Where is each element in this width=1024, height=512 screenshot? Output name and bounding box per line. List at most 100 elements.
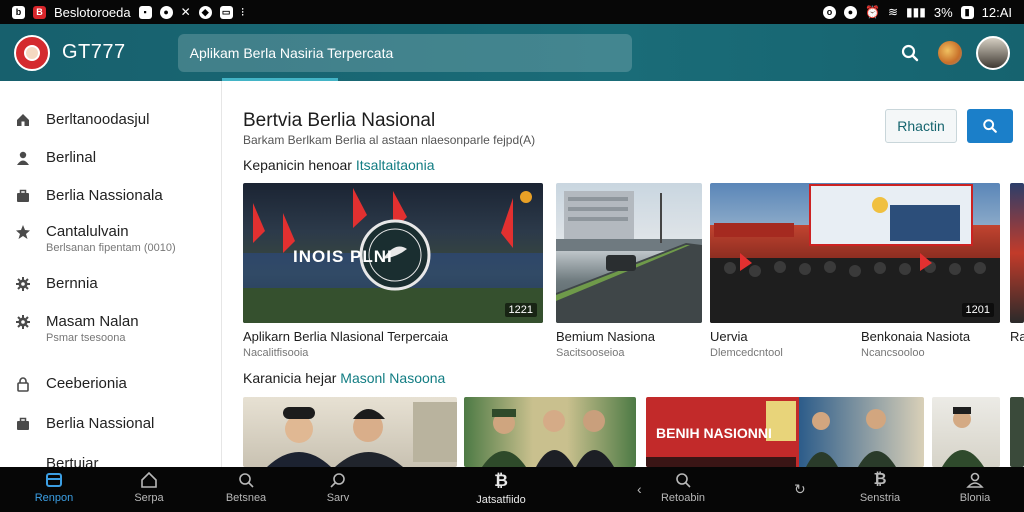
dollar-icon: ₿ <box>494 471 508 490</box>
sidebar-item-label: Berlia Nassionala <box>46 187 163 204</box>
news-card[interactable]: Bemium Nasiona Sacitsooseioa <box>556 183 702 363</box>
search-icon <box>676 473 691 488</box>
news-thumbnail <box>932 397 1000 467</box>
nav-item-jatsatfiido[interactable]: ₿ Jatsatfiido <box>461 471 541 506</box>
action-button[interactable]: Rhactin <box>885 109 957 143</box>
more-icon: ⁝ <box>240 5 245 19</box>
image-icon: ▪ <box>138 5 152 19</box>
news-thumbnail: BENIH NASIONNI <box>646 397 924 467</box>
page-title: Bertvia Berlia Nasional <box>243 110 436 131</box>
avatar[interactable] <box>976 35 1010 70</box>
banner-text: BENIH NASIONNI <box>656 425 772 441</box>
status-left-text: Beslotoroeda <box>54 4 131 20</box>
nav-label: Jatsatfiido <box>476 494 526 506</box>
sidebar-item-label: Masam Nalan <box>46 313 139 330</box>
dollar-icon: ₿ <box>873 471 887 488</box>
sync-icon: ✕ <box>180 5 191 19</box>
bottom-navigation: Renpon Serpa Betsnea Sarv ₿ Jatsatfiido … <box>0 467 1024 512</box>
briefcase-icon <box>14 187 32 205</box>
nav-label: Betsnea <box>225 492 267 504</box>
section-title: Kepanicin henoar Itsaltaitaonia <box>243 157 434 173</box>
record-icon: ● <box>159 5 173 19</box>
clock-icon: ⏰ <box>865 5 880 19</box>
status-bar: b B Beslotoroeda ▪ ● ✕ ◆ ▭ ⁝ o ● ⏰ ≋ ▮▮▮… <box>0 0 1024 24</box>
thumbnail-overlay-text: INOIS PLNI <box>293 247 393 266</box>
news-card[interactable] <box>464 397 636 467</box>
circle-icon: ● <box>844 5 858 19</box>
card-meta: Nacalitfisooia <box>243 347 309 359</box>
search-icon <box>983 119 997 133</box>
nav-label: Senstria <box>859 492 901 504</box>
news-card[interactable] <box>243 397 457 467</box>
search-input[interactable]: Aplikam Berla Nasiria Terpercata <box>177 33 632 72</box>
sidebar-item-berlinal[interactable]: Berlinal <box>14 149 96 167</box>
news-thumbnail <box>1010 183 1024 323</box>
person-icon <box>966 472 984 488</box>
search-button[interactable] <box>967 109 1013 143</box>
nav-label: Sarv <box>326 492 350 504</box>
card-title: Aplikarn Berlia Nlasional Terpercaia <box>243 329 448 344</box>
gear-icon <box>14 313 32 331</box>
lock-icon <box>14 375 32 393</box>
nav-item-blonia[interactable]: Blonia <box>935 471 1015 504</box>
news-thumbnail <box>464 397 636 467</box>
news-card[interactable]: BENIH NASIONNI <box>646 397 924 467</box>
back-arrow-icon[interactable]: ‹ <box>637 481 642 497</box>
sidebar-item-label: Bernnia <box>46 275 98 292</box>
news-card[interactable] <box>932 397 1000 467</box>
section-title-accent: Masonl Nasoona <box>340 370 446 386</box>
news-card[interactable]: Ra <box>1010 183 1024 363</box>
card-title: Ra <box>1010 329 1024 344</box>
sidebar-item-berlia-nassional[interactable]: Berlia Nassional <box>14 415 154 433</box>
nav-item-senstria[interactable]: ₿ Senstria <box>840 471 920 504</box>
news-card[interactable] <box>1010 397 1024 467</box>
home-icon <box>46 473 62 487</box>
sidebar-item-ceeberionia[interactable]: Ceeberionia <box>14 375 127 393</box>
news-thumbnail <box>556 183 702 323</box>
media-icon: ▭ <box>219 5 233 19</box>
card-title: Uervia <box>710 329 748 344</box>
gear-icon <box>14 275 32 293</box>
nav-label: Serpa <box>134 492 164 504</box>
app-logo[interactable] <box>14 34 50 71</box>
news-card[interactable]: 1201 Uervia Dlemcedcntool Benkonaia Nasi… <box>710 183 1000 363</box>
refresh-icon[interactable]: ↻ <box>794 481 806 498</box>
shield-icon: ◆ <box>198 5 212 19</box>
section-title-main: Karanicia hejar <box>243 370 337 386</box>
nav-item-serpa[interactable]: Serpa <box>109 471 189 504</box>
date-badge: 1201 <box>961 303 994 317</box>
sidebar-item-masam-nalan[interactable]: Masam Nalan Psmar tsesoona <box>14 313 139 344</box>
news-card[interactable]: INOIS PLNI 1221 Aplikarn Berlia Nlasiona… <box>243 183 543 363</box>
card-meta-secondary: Ncancsooloo <box>861 347 925 359</box>
battery-text: 3% <box>933 4 953 20</box>
nav-item-betsnea[interactable]: Betsnea <box>206 471 286 504</box>
section-title-main: Kepanicin henoar <box>243 157 352 173</box>
notification-avatar[interactable] <box>938 40 962 65</box>
card-title: Bemium Nasiona <box>556 329 655 344</box>
sidebar-item-label: Berlinal <box>46 149 97 166</box>
app-notification-icon: B <box>33 5 46 19</box>
status-time: 12:AI <box>981 4 1012 20</box>
news-thumbnail: INOIS PLNI 1221 <box>243 183 543 323</box>
section-title: Karanicia hejar Masonl Nasoona <box>243 370 445 386</box>
main-content: Bertvia Berlia Nasional Barkam Berlkam B… <box>222 81 1024 467</box>
sidebar-item-label: Ceeberionia <box>46 375 127 392</box>
nav-item-retoabin[interactable]: Retoabin <box>643 471 723 504</box>
news-thumbnail <box>243 397 457 467</box>
nav-label: Retoabin <box>660 492 706 504</box>
home-icon <box>14 111 32 129</box>
sidebar-item-bernnia[interactable]: Bernnia <box>14 275 98 293</box>
date-badge: 1221 <box>504 303 537 317</box>
sidebar-item-berlia-nassionala[interactable]: Berlia Nassionala <box>14 187 163 205</box>
sidebar-item-berltanoodasjul[interactable]: Berltanoodasjul <box>14 111 149 129</box>
wifi-icon: ≋ <box>887 5 899 19</box>
nav-label: Blonia <box>959 492 991 504</box>
signal-icon: ▮▮▮ <box>906 5 926 19</box>
battery-icon: ▮ <box>960 5 974 19</box>
card-title-secondary: Benkonaia Nasiota <box>861 329 971 344</box>
app-bar: GT777 Aplikam Berla Nasiria Terpercata <box>0 24 1024 81</box>
sidebar-item-cantalulvain[interactable]: Cantalulvain Berlsanan fipentam (0010) <box>14 223 176 254</box>
nav-item-sarv[interactable]: Sarv <box>298 471 378 504</box>
search-icon[interactable] <box>896 39 924 67</box>
nav-item-renpon[interactable]: Renpon <box>14 471 94 504</box>
